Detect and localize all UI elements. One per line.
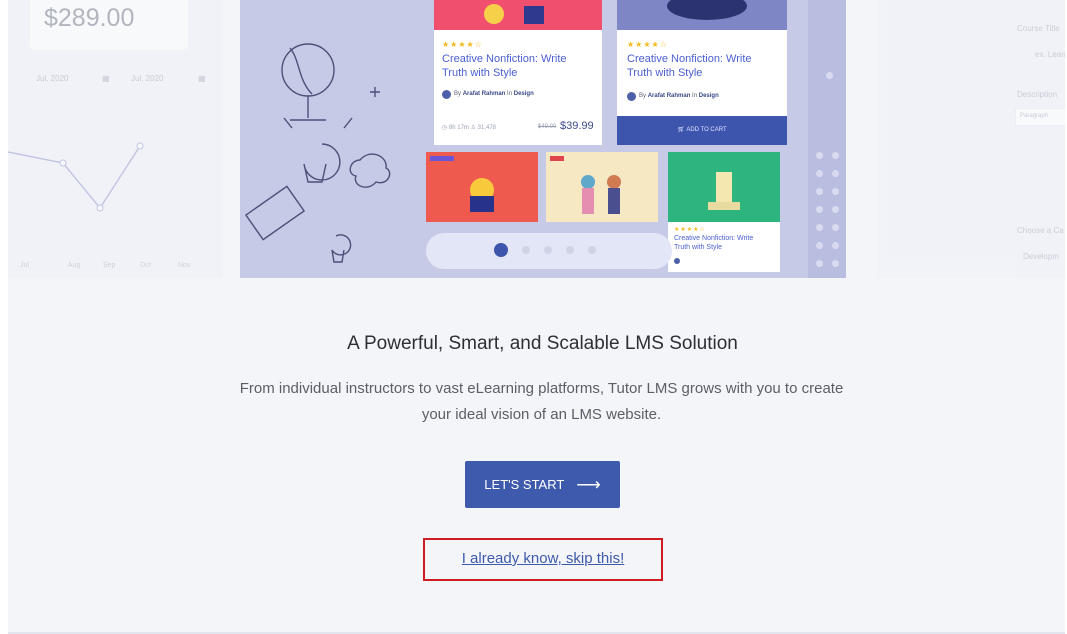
calendar-icon: ▦ (102, 74, 110, 83)
course-showcase-banner: ★★★★☆ Creative Nonfiction: Write Truth w… (240, 0, 846, 278)
course-category: Design (698, 93, 719, 99)
doodle-illustration (244, 43, 391, 263)
editor-mode-value: Paragraph (1020, 113, 1049, 119)
rating-stars: ★★★★☆ (442, 40, 483, 49)
skip-link[interactable]: I already know, skip this! (425, 550, 661, 567)
course-thumbnail (434, 0, 602, 30)
lets-start-button[interactable]: LET'S START ⟶ (465, 461, 620, 508)
decorative-dot (816, 242, 823, 249)
decorative-dot (832, 206, 839, 213)
clock-icon: ◷ (442, 125, 448, 131)
month-label: Jul (20, 262, 29, 269)
author-prefix: By (454, 91, 462, 97)
author-avatar (442, 90, 451, 99)
carousel-dot[interactable] (544, 246, 552, 254)
hero-collage: $289.00 Jul, 2020 ▦ Jul, 2020 ▦ Jul Aug … (8, 0, 1065, 278)
author-avatar (674, 258, 680, 264)
cart-icon: 🛒︎ (677, 127, 685, 133)
category-prefix: In (507, 91, 513, 97)
editor-mode-select: Paragraph (1015, 108, 1065, 126)
month-label: Aug (68, 262, 81, 269)
course-meta: ◷ 8h 17m ♙ 31,478 (442, 124, 496, 131)
category-value: Developm (1023, 252, 1060, 261)
page-heading: A Powerful, Smart, and Scalable LMS Solu… (347, 333, 738, 354)
course-title: Creative Nonfiction: Write Truth with St… (442, 52, 567, 80)
date-from: Jul, 2020 (36, 74, 69, 83)
decorative-dot (826, 72, 833, 79)
calendar-icon: ▦ (198, 74, 206, 83)
dashboard-preview-panel: $289.00 Jul, 2020 ▦ Jul, 2020 ▦ Jul Aug … (8, 0, 223, 278)
decorative-dot (816, 188, 823, 195)
course-author: By Arafat Rahman In Design (639, 93, 719, 99)
course-title-line: Truth with Style (442, 67, 518, 79)
month-label: Oct (140, 262, 151, 269)
course-card[interactable]: ★★★★☆ Creative Nonfiction: Write Truth w… (668, 152, 780, 272)
price-value: $289.00 (44, 4, 135, 32)
course-title: Creative Nonfiction: Write Truth with St… (627, 52, 752, 80)
course-title-placeholder: ex. Learn (1035, 50, 1065, 59)
decorative-dot (816, 224, 823, 231)
course-badge (430, 156, 454, 161)
decorative-dot-strip (808, 0, 846, 278)
author-name: Arafat Rahman (462, 91, 506, 97)
course-card[interactable]: ★★★★☆ Creative Nonfiction: Write Truth w… (617, 0, 787, 145)
category-prefix: In (692, 93, 698, 99)
course-badge (550, 156, 564, 161)
author-prefix: By (639, 93, 647, 99)
decorative-dot (816, 152, 823, 159)
month-label: Sep (103, 262, 116, 269)
course-card[interactable]: ★★★★☆ Creative Nonfiction: Write Truth w… (434, 0, 602, 145)
rating-stars: ★★★★☆ (674, 227, 706, 233)
page-description: From individual instructors to vast eLea… (239, 380, 844, 423)
course-price: $39.99 (560, 120, 594, 132)
author-name: Arafat Rahman (647, 93, 691, 99)
decorative-dot (832, 242, 839, 249)
rating-stars: ★★★★☆ (627, 40, 668, 49)
decorative-dot (832, 188, 839, 195)
decorative-dot (816, 206, 823, 213)
add-to-cart-button[interactable]: 🛒︎ ADD TO CART (617, 116, 787, 145)
course-title: Creative Nonfiction: Write Truth with St… (674, 234, 753, 252)
course-thumbnail-card[interactable] (426, 152, 538, 222)
course-title-line: Creative Nonfiction: Write (674, 235, 754, 242)
author-avatar (627, 92, 636, 101)
decorative-dot (832, 170, 839, 177)
old-price: $49.00 (538, 124, 557, 130)
lets-start-label: LET'S START (484, 477, 565, 492)
user-icon: ♙ (470, 125, 476, 131)
date-range-row: Jul, 2020 ▦ Jul, 2020 ▦ (26, 70, 216, 88)
decorative-dot (832, 224, 839, 231)
category-label: Choose a Ca (1017, 226, 1064, 235)
date-to: Jul, 2020 (131, 74, 164, 83)
month-label: Nov (178, 262, 191, 269)
line-chart (8, 142, 144, 212)
decorative-dot (816, 170, 823, 177)
course-title-line: Creative Nonfiction: Write (442, 53, 567, 65)
course-author: By Arafat Rahman In Design (454, 91, 534, 97)
course-thumbnail-card[interactable] (546, 152, 658, 222)
course-students: 31,478 (477, 125, 497, 131)
course-builder-preview-panel: Course Title ex. Learn Description Parag… (877, 0, 1065, 278)
carousel-dot-active[interactable] (494, 243, 508, 257)
course-title-line: Truth with Style (627, 67, 703, 79)
arrow-right-icon: ⟶ (576, 474, 601, 494)
course-thumbnail (668, 152, 780, 222)
course-thumbnail (617, 0, 787, 30)
course-duration: 8h 17m (448, 125, 469, 131)
course-title-label: Course Title (1017, 24, 1060, 33)
course-title-line: Truth with Style (674, 244, 722, 251)
decorative-dot (832, 152, 839, 159)
description-label: Description (1017, 90, 1058, 99)
add-to-cart-label: ADD TO CART (686, 127, 727, 133)
carousel-dot[interactable] (588, 246, 596, 254)
carousel-dot[interactable] (522, 246, 530, 254)
carousel-dot[interactable] (566, 246, 574, 254)
decorative-dot (832, 260, 839, 267)
skip-link-highlight: I already know, skip this! (423, 538, 663, 581)
course-title-line: Creative Nonfiction: Write (627, 53, 752, 65)
decorative-dot (816, 260, 823, 267)
carousel-pagination (426, 233, 672, 269)
course-category: Design (513, 91, 534, 97)
